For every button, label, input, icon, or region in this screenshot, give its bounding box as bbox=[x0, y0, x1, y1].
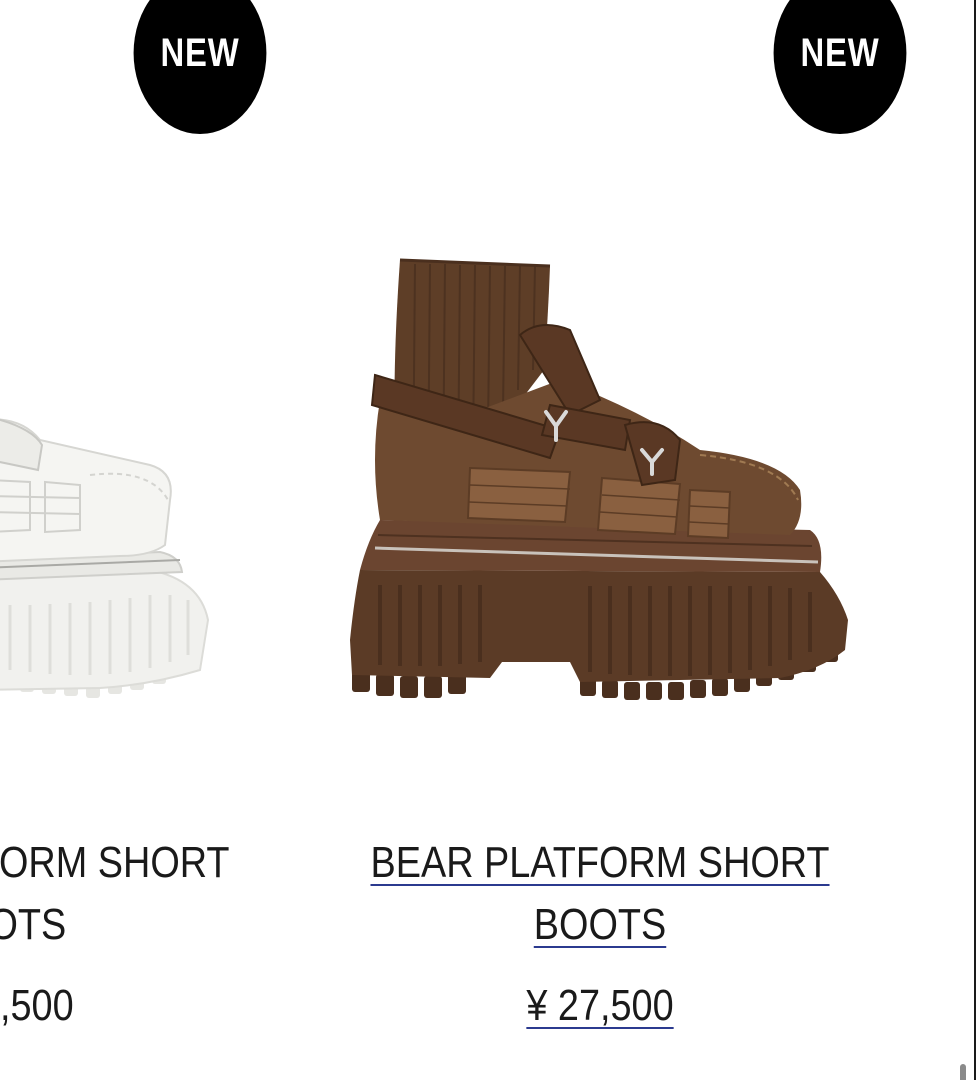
product-title-line-2[interactable]: BOOTS bbox=[0, 900, 66, 949]
product-title-line-1[interactable]: BEAR PLATFORM SHORT bbox=[0, 838, 230, 887]
product-title-line-1[interactable]: BEAR PLATFORM SHORT bbox=[370, 838, 829, 887]
product-card-brown[interactable]: NEW BEAR PLATFORM SHORT BOOTS ¥ 27,500 bbox=[280, 0, 920, 1080]
new-badge: NEW bbox=[133, 0, 267, 134]
product-price: ¥ 27,500 bbox=[0, 975, 275, 1037]
product-title[interactable]: BEAR PLATFORM SHORT BOOTS bbox=[0, 832, 275, 956]
product-price-value: ¥ 27,500 bbox=[526, 981, 674, 1030]
product-grid-page: NEW ORM SHORT TS ,500 NEW BEAR PLATFORM … bbox=[0, 0, 976, 1080]
brown-platform-boot-image[interactable] bbox=[280, 200, 920, 760]
scrollbar-thumb[interactable] bbox=[960, 1064, 966, 1080]
new-badge: NEW bbox=[773, 0, 907, 134]
product-price-value: ¥ 27,500 bbox=[0, 981, 74, 1030]
product-title[interactable]: BEAR PLATFORM SHORT BOOTS bbox=[325, 832, 875, 956]
white-platform-boot-image[interactable] bbox=[0, 200, 320, 760]
product-price: ¥ 27,500 bbox=[325, 975, 875, 1037]
product-title-line-2[interactable]: BOOTS bbox=[534, 900, 666, 949]
product-card-white[interactable]: NEW ORM SHORT TS ,500 bbox=[0, 0, 320, 1080]
